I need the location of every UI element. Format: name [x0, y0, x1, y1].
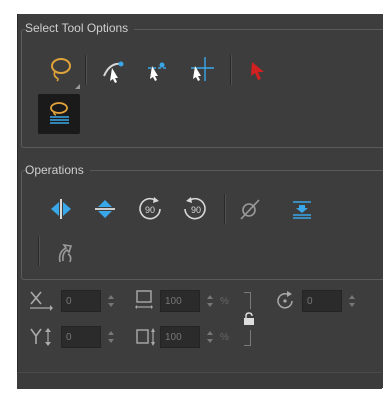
select-by-color-arrow-icon	[251, 62, 264, 80]
no-snap-button[interactable]	[185, 52, 219, 86]
y-position-stepper[interactable]	[108, 331, 114, 343]
apply-to-line-and-colour-icon	[50, 102, 69, 124]
height-stepper[interactable]	[207, 331, 213, 343]
flatten-button[interactable]	[285, 192, 319, 226]
select-tool-options-title: Select Tool Options	[25, 21, 135, 35]
flip-vertical-icon	[95, 200, 115, 218]
operations-title: Operations	[25, 163, 90, 177]
lock-icon[interactable]	[243, 312, 255, 326]
width-percent-unit: %	[220, 296, 229, 307]
link-bracket-bottom	[244, 330, 251, 346]
x-position-field[interactable]: 0	[61, 290, 101, 312]
create-empty-drawing-button[interactable]	[233, 192, 267, 226]
rotate-ccw-label: 90	[191, 205, 201, 215]
rotate-90-cw-button[interactable]: 90	[133, 192, 167, 226]
flip-vertical-button[interactable]	[88, 192, 122, 226]
separator	[85, 55, 87, 85]
x-position-stepper[interactable]	[108, 295, 114, 307]
lasso-button[interactable]	[43, 52, 77, 86]
snap-to-contour-icon	[103, 61, 124, 83]
height-icon	[136, 328, 155, 346]
apply-to-line-and-colour-button[interactable]	[38, 94, 80, 134]
no-snap-icon	[191, 57, 214, 81]
create-empty-drawing-icon	[240, 199, 260, 220]
angle-field[interactable]: 0	[302, 290, 342, 312]
snap-to-contour-button[interactable]	[96, 52, 130, 86]
lasso-dropdown-indicator[interactable]	[75, 84, 80, 89]
height-percent-unit: %	[220, 332, 229, 343]
rotate-90-cw-icon: 90	[139, 197, 161, 220]
flatten-icon	[293, 201, 311, 219]
width-icon	[135, 290, 153, 309]
y-position-icon	[30, 328, 51, 346]
rotate-90-ccw-icon: 90	[184, 197, 206, 220]
height-field[interactable]: 100	[160, 326, 200, 348]
panel-bottom-strip	[17, 372, 382, 389]
convert-to-brush-button[interactable]	[48, 236, 82, 270]
x-position-icon	[30, 291, 53, 311]
snap-and-align-icon	[148, 62, 168, 81]
flip-horizontal-icon	[51, 199, 71, 219]
link-bracket-top	[244, 292, 251, 309]
flip-horizontal-button[interactable]	[44, 192, 78, 226]
angle-icon	[277, 291, 293, 309]
lasso-icon	[51, 58, 71, 82]
y-position-field[interactable]: 0	[61, 326, 101, 348]
width-stepper[interactable]	[207, 295, 213, 307]
snap-and-align-button[interactable]	[140, 52, 174, 86]
rotate-90-ccw-button[interactable]: 90	[178, 192, 212, 226]
convert-to-brush-icon	[58, 243, 73, 263]
separator	[38, 236, 40, 266]
separator	[230, 55, 232, 85]
select-by-color-button[interactable]	[240, 52, 274, 86]
rotate-cw-label: 90	[145, 205, 155, 215]
angle-stepper[interactable]	[349, 295, 355, 307]
separator	[224, 194, 226, 224]
width-field[interactable]: 100	[160, 290, 200, 312]
